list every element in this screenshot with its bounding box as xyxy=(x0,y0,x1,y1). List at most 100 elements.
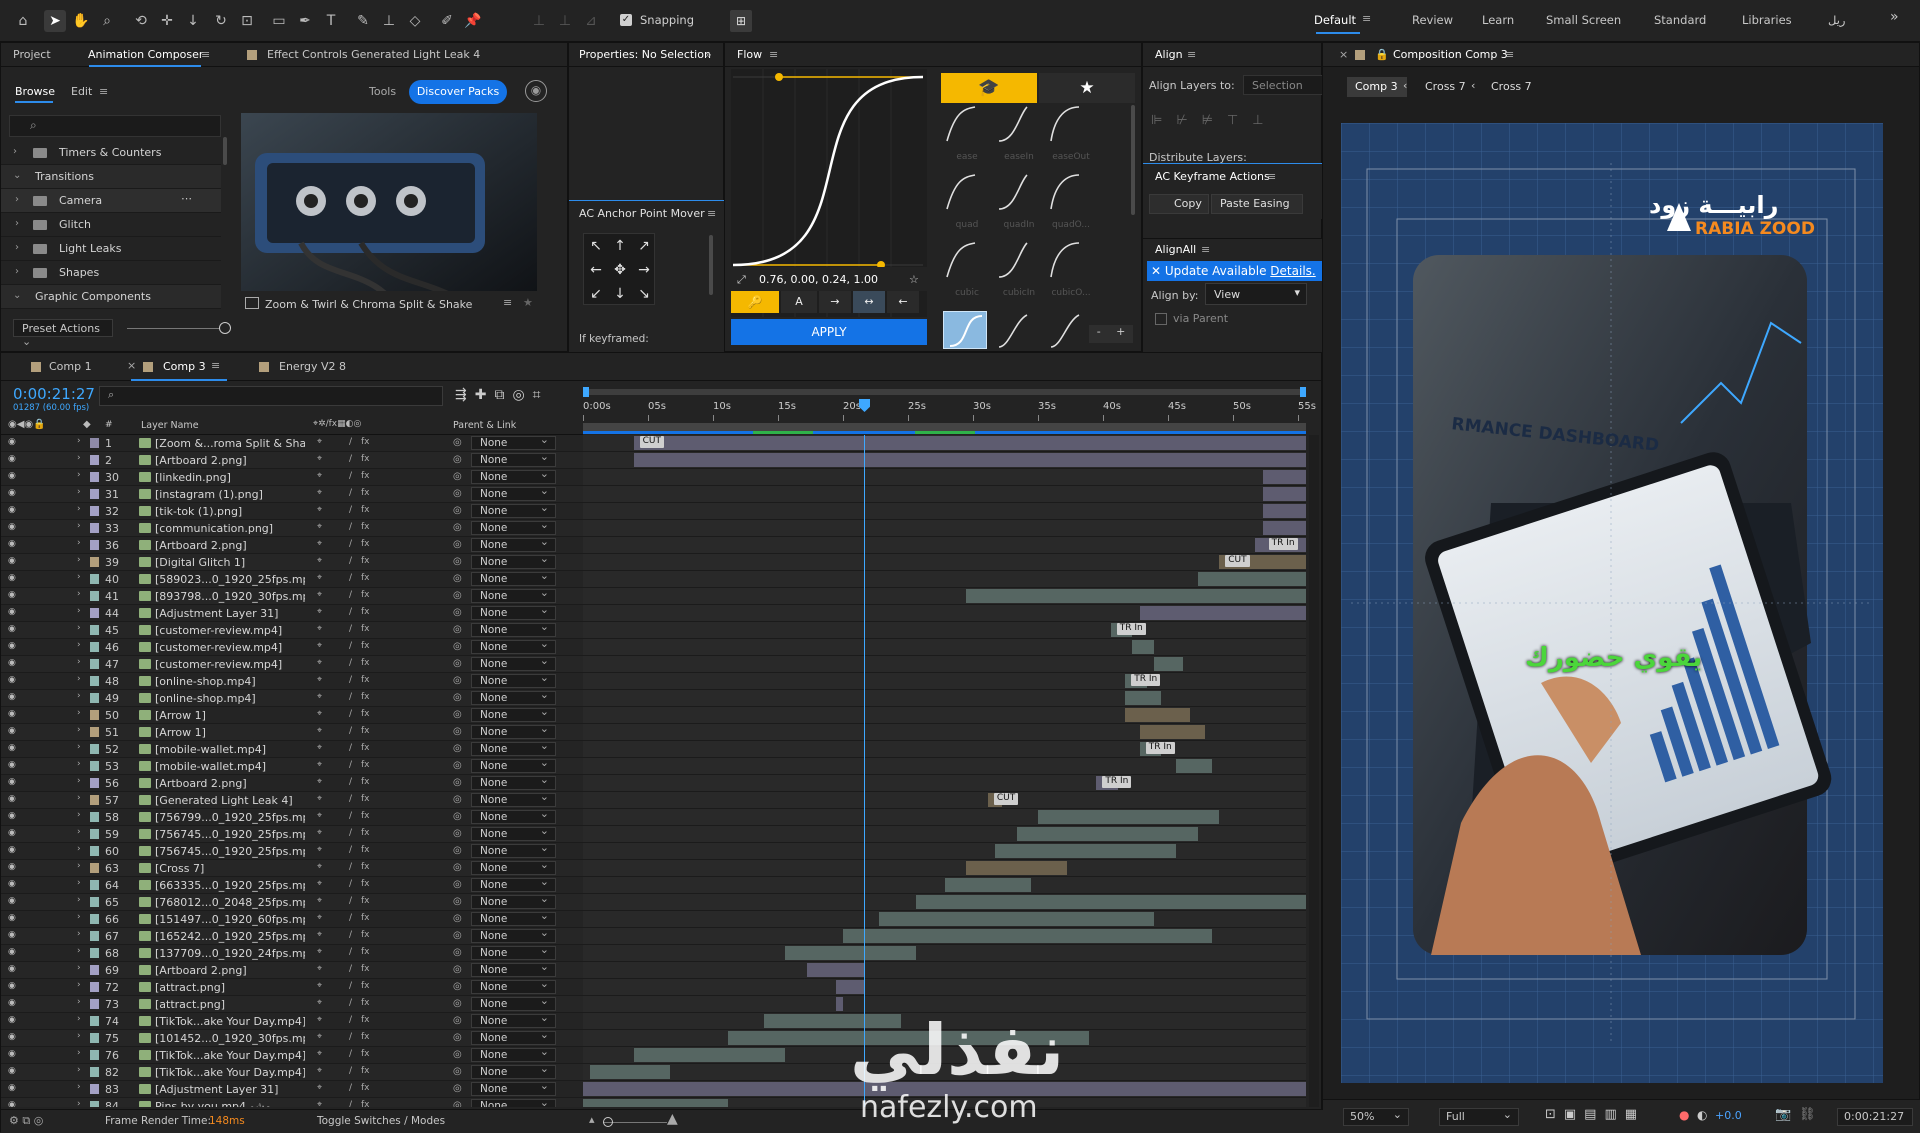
visibility-eye-icon[interactable]: ◉ xyxy=(8,879,18,889)
visibility-eye-icon[interactable]: ◉ xyxy=(8,573,18,583)
label-color-swatch[interactable] xyxy=(90,931,99,941)
pickwhip-icon[interactable]: ◎ xyxy=(453,675,462,686)
parent-dropdown[interactable]: None xyxy=(471,824,556,841)
easing-preset-cubico[interactable]: cubicO... xyxy=(1047,241,1095,305)
label-color-swatch[interactable] xyxy=(90,625,99,635)
expand-chevron-icon[interactable]: › xyxy=(77,470,81,480)
layer-row[interactable]: ◉ › 36 [Artboard 2.png] ⌖ ∕ fx ◎ None xyxy=(1,535,583,554)
expand-chevron-icon[interactable]: › xyxy=(77,487,81,497)
layer-duration-bar[interactable] xyxy=(1125,691,1162,705)
label-color-swatch[interactable] xyxy=(90,795,99,805)
visibility-eye-icon[interactable]: ◉ xyxy=(8,624,18,634)
shy-switch-icon[interactable]: ⌖ xyxy=(317,1015,322,1025)
comp-timecode[interactable]: 0:00:21:27 xyxy=(1837,1108,1913,1126)
visibility-eye-icon[interactable]: ◉ xyxy=(8,505,18,515)
layer-row[interactable]: ◉ › 67 [165242...0_1920_25fps.mp4] ⌖ ∕ fx ◎ None xyxy=(1,926,583,945)
fx-switch-icon[interactable]: fx xyxy=(361,488,370,498)
alignall-menu-icon[interactable]: ≡ xyxy=(1201,243,1210,256)
visibility-eye-icon[interactable]: ◉ xyxy=(8,811,18,821)
layer-row[interactable]: ◉ › 69 [Artboard 2.png] ⌖ ∕ fx ◎ None xyxy=(1,960,583,979)
footer-icons[interactable]: ⚙ ⧉ ◎ xyxy=(9,1114,43,1128)
parent-dropdown[interactable]: None xyxy=(471,875,556,892)
layer-row[interactable]: ◉ › 52 [mobile-wallet.mp4] ⌖ ∕ fx ◎ None xyxy=(1,739,583,758)
visibility-eye-icon[interactable]: ◉ xyxy=(8,675,18,685)
visibility-eye-icon[interactable]: ◉ xyxy=(8,1049,18,1059)
label-color-swatch[interactable] xyxy=(90,693,99,703)
layer-name[interactable]: [attract.png] xyxy=(155,981,305,994)
workspace-standard[interactable]: Standard xyxy=(1654,13,1706,27)
layer-row[interactable]: ◉ › 32 [tik-tok (1).png] ⌖ ∕ fx ◎ None xyxy=(1,501,583,520)
shy-switch-icon[interactable]: ⌖ xyxy=(317,590,322,600)
quality-switch-icon[interactable]: ∕ xyxy=(349,777,352,787)
visibility-eye-icon[interactable]: ◉ xyxy=(8,862,18,872)
shy-switch-icon[interactable]: ⌖ xyxy=(317,556,322,566)
transition-marker-tag[interactable]: TR In xyxy=(1268,538,1298,550)
layer-row[interactable]: ◉ › 74 [TikTok...ake Your Day.mp4] ⌖ ∕ fx ◎ None xyxy=(1,1011,583,1030)
tab-browse[interactable]: Browse xyxy=(15,85,55,98)
quality-switch-icon[interactable]: ∕ xyxy=(349,998,352,1008)
layer-duration-bar[interactable] xyxy=(1262,487,1306,501)
shy-switch-icon[interactable]: ⌖ xyxy=(317,981,322,991)
anchor-scrollbar[interactable] xyxy=(709,235,713,295)
fx-switch-icon[interactable]: fx xyxy=(361,879,370,889)
layer-name[interactable]: [TikTok...ake Your Day.mp4] xyxy=(155,1049,305,1062)
layer-name[interactable]: [linkedin.png] xyxy=(155,471,305,484)
expand-chevron-icon[interactable]: › xyxy=(77,1099,81,1107)
fx-switch-icon[interactable]: fx xyxy=(361,624,370,634)
tab-comp3[interactable]: Comp 3 xyxy=(163,360,206,373)
layer-duration-bar[interactable] xyxy=(1139,606,1306,620)
pickwhip-icon[interactable]: ◎ xyxy=(453,828,462,839)
quality-switch-icon[interactable]: ∕ xyxy=(349,471,352,481)
label-color-swatch[interactable] xyxy=(90,948,99,958)
label-color-swatch[interactable] xyxy=(90,455,99,465)
layer-row[interactable]: ◉ › 75 [101452...0_1920_30fps.mp4] ⌖ ∕ fx ◎ None xyxy=(1,1028,583,1047)
quality-switch-icon[interactable]: ∕ xyxy=(349,794,352,804)
fx-switch-icon[interactable]: fx xyxy=(361,794,370,804)
visibility-eye-icon[interactable]: ◉ xyxy=(8,522,18,532)
label-color-swatch[interactable] xyxy=(90,1016,99,1026)
label-color-swatch[interactable] xyxy=(90,778,99,788)
plus-icon[interactable]: + xyxy=(1116,325,1125,343)
label-color-swatch[interactable] xyxy=(90,761,99,771)
label-color-swatch[interactable] xyxy=(90,982,99,992)
expand-chevron-icon[interactable]: › xyxy=(77,997,81,1007)
pickwhip-icon[interactable]: ◎ xyxy=(453,641,462,652)
preset-actions-dropdown[interactable]: Preset Actions ⌄ xyxy=(13,319,113,348)
fx-switch-icon[interactable]: fx xyxy=(361,811,370,821)
visibility-eye-icon[interactable]: ◉ xyxy=(8,454,18,464)
favorites-star-icon[interactable]: ★ xyxy=(1039,73,1135,103)
visibility-eye-icon[interactable]: ◉ xyxy=(8,845,18,855)
layer-duration-bar[interactable] xyxy=(1197,572,1306,586)
zoom-out-icon[interactable]: ▴ xyxy=(589,1113,595,1126)
pan-tool-icon[interactable]: ✛ xyxy=(156,10,178,32)
parent-dropdown[interactable]: None xyxy=(471,994,556,1011)
layer-name[interactable]: Pins by you.mp4 مشو... xyxy=(155,1100,305,1107)
bezier-curve[interactable]: 0.76, 0.00, 0.24, 1.00 ⤢ ☆ xyxy=(731,69,927,317)
apply-button[interactable]: APPLY xyxy=(731,319,927,345)
pickwhip-icon[interactable]: ◎ xyxy=(453,471,462,482)
quality-switch-icon[interactable]: ∕ xyxy=(349,692,352,702)
layer-duration-bar[interactable] xyxy=(583,1099,728,1107)
layer-duration-bar[interactable] xyxy=(995,844,1176,858)
minus-icon[interactable]: - xyxy=(1097,325,1101,343)
easing-preset-easein[interactable]: easeIn xyxy=(995,105,1043,169)
key-icon[interactable]: 🔑 xyxy=(731,291,779,313)
layer-duration-bar[interactable] xyxy=(633,436,1306,450)
fx-switch-icon[interactable]: fx xyxy=(361,862,370,872)
visibility-eye-icon[interactable]: ◉ xyxy=(8,828,18,838)
layer-name-header[interactable]: Layer Name xyxy=(141,420,199,431)
expand-chevron-icon[interactable]: › xyxy=(77,980,81,990)
parent-dropdown[interactable]: None xyxy=(471,467,556,484)
expand-chevron-icon[interactable]: › xyxy=(77,572,81,582)
easing-preset-cubic[interactable]: cubic xyxy=(943,241,991,305)
parent-dropdown[interactable]: None xyxy=(471,637,556,654)
parent-dropdown[interactable]: None xyxy=(471,603,556,620)
expand-chevron-icon[interactable]: › xyxy=(77,674,81,684)
fx-switch-icon[interactable]: fx xyxy=(361,1083,370,1093)
label-color-swatch[interactable] xyxy=(90,1067,99,1077)
fx-switch-icon[interactable]: fx xyxy=(361,930,370,940)
presets-scrollbar[interactable] xyxy=(1131,105,1135,215)
layer-name[interactable]: [756799...0_1920_25fps.mp4] xyxy=(155,811,305,824)
tree-item-light-leaks[interactable]: › Light Leaks xyxy=(1,237,221,261)
layer-row[interactable]: ◉ › 56 [Artboard 2.png] ⌖ ∕ fx ◎ None xyxy=(1,773,583,792)
